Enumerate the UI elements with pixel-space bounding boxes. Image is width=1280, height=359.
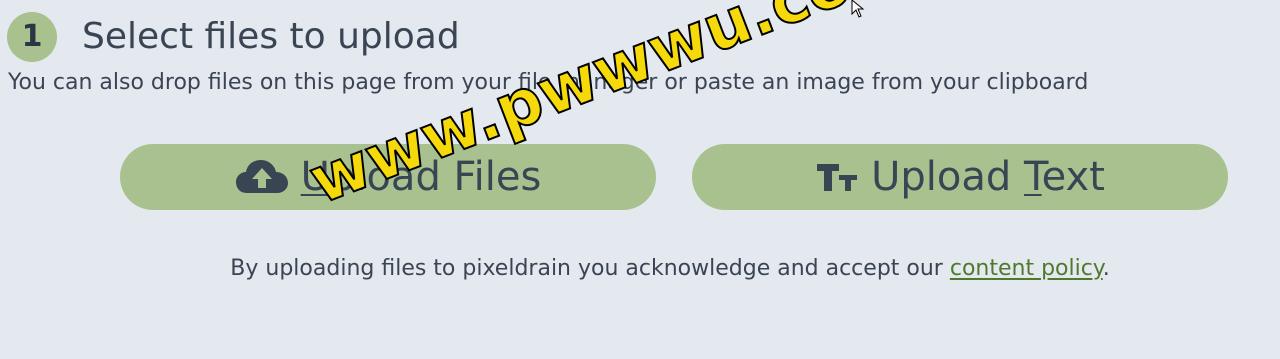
upload-files-label-rest: pload Files <box>329 154 542 200</box>
upload-text-label-prefix: Upload <box>871 154 1024 200</box>
upload-text-button[interactable]: Upload Text <box>692 144 1228 210</box>
mouse-cursor-icon <box>851 0 865 18</box>
step-description: You can also drop files on this page fro… <box>8 70 1089 95</box>
upload-text-accesskey: T <box>1023 154 1042 200</box>
text-size-icon <box>815 161 859 193</box>
step-number-badge: 1 <box>7 12 57 62</box>
content-policy-link[interactable]: content policy <box>950 256 1103 281</box>
cloud-upload-icon <box>235 159 289 195</box>
upload-files-button[interactable]: Upload Files <box>120 144 656 210</box>
upload-files-label: Upload Files <box>301 154 542 200</box>
policy-notice: By uploading files to pixeldrain you ack… <box>0 254 1280 284</box>
step-title: Select files to upload <box>82 16 460 57</box>
policy-suffix: . <box>1102 256 1110 281</box>
upload-files-accesskey: U <box>300 154 330 200</box>
upload-text-label-rest: ext <box>1041 154 1105 200</box>
policy-prefix: By uploading files to pixeldrain you ack… <box>230 256 950 281</box>
upload-text-label: Upload Text <box>871 154 1105 200</box>
